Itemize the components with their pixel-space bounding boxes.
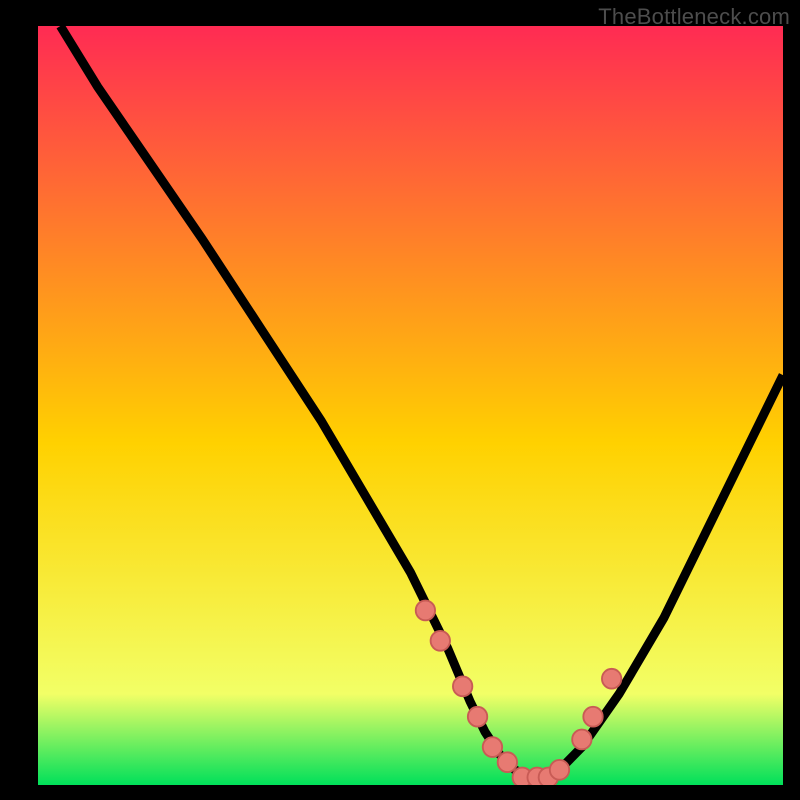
highlight-dot [550,760,569,780]
watermark-text: TheBottleneck.com [598,4,790,30]
highlight-dot [602,669,621,689]
highlight-dot [468,707,487,727]
highlight-dot [416,601,435,621]
highlight-dot [498,752,517,772]
bottleneck-chart [38,26,783,785]
highlight-dot [453,676,472,696]
highlight-dot [431,631,450,651]
chart-frame: TheBottleneck.com [0,0,800,800]
highlight-dot [583,707,602,727]
highlight-dot [483,737,502,757]
gradient-background [38,26,783,785]
highlight-dot [572,730,591,750]
